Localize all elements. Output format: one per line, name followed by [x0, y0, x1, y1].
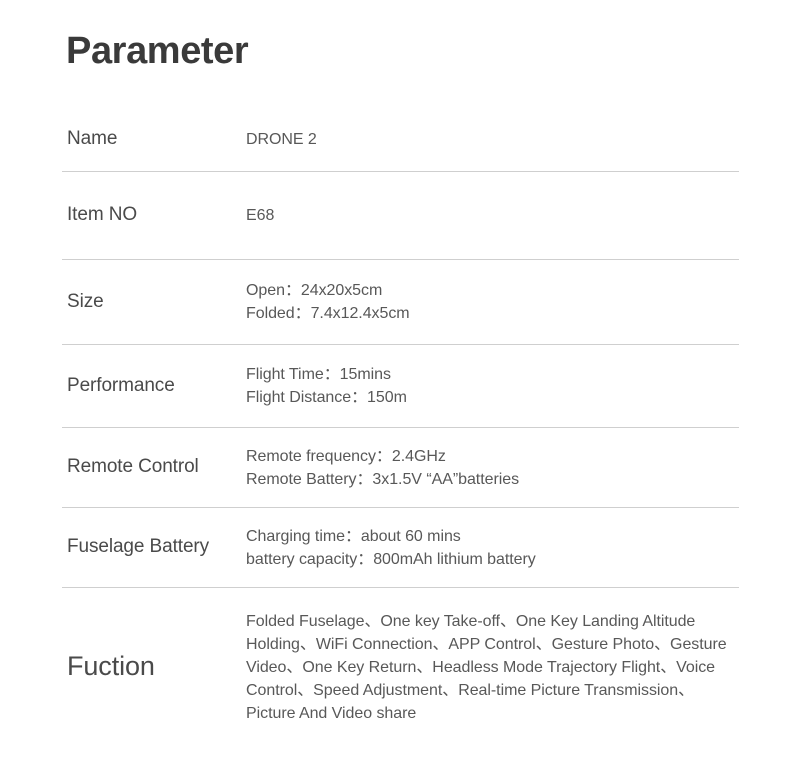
row-value-name: DRONE 2	[246, 128, 739, 151]
row-label-size: Size	[67, 290, 104, 312]
table-row-size: Size Open：24x20x5cm Folded：7.4x12.4x5cm	[62, 260, 739, 345]
parameter-page: Parameter Name DRONE 2 Item NO E68 Size …	[0, 0, 800, 762]
table-row-function: Fuction Folded Fuselage、One key Take-off…	[62, 588, 739, 746]
value-line: Remote Battery：3x1.5V “AA”batteries	[246, 470, 520, 488]
value-line: Remote frequency：2.4GHz	[246, 447, 446, 465]
value-line: Folded：7.4x12.4x5cm	[246, 305, 410, 322]
table-row-performance: Performance Flight Time：15mins Flight Di…	[62, 345, 739, 428]
row-value-performance: Flight Time：15mins Flight Distance：150m	[246, 363, 739, 409]
table-row-remote-control: Remote Control Remote frequency：2.4GHz R…	[62, 428, 739, 508]
value-line: battery capacity：800mAh lithium battery	[246, 550, 536, 568]
row-value-size: Open：24x20x5cm Folded：7.4x12.4x5cm	[246, 279, 739, 325]
row-label-function: Fuction	[67, 651, 155, 682]
row-value-item-no: E68	[246, 204, 739, 227]
value-line: DRONE 2	[246, 131, 317, 148]
row-label-name: Name	[67, 128, 118, 150]
value-line: Open：24x20x5cm	[246, 282, 383, 299]
value-line: Charging time：about 60 mins	[246, 527, 461, 545]
table-row-name: Name DRONE 2	[62, 108, 739, 172]
row-label-performance: Performance	[67, 374, 175, 396]
table-row-fuselage-battery: Fuselage Battery Charging time：about 60 …	[62, 508, 739, 588]
value-line: Flight Time：15mins	[246, 366, 391, 383]
row-value-function: Folded Fuselage、One key Take-off、One Key…	[246, 610, 739, 725]
page-title: Parameter	[66, 30, 249, 72]
row-label-item-no: Item NO	[67, 204, 138, 226]
value-line: Folded Fuselage、One key Take-off、One Key…	[246, 612, 727, 722]
specification-table: Name DRONE 2 Item NO E68 Size Open：24x20…	[62, 108, 739, 746]
value-line: E68	[246, 207, 275, 224]
value-line: Flight Distance：150m	[246, 389, 407, 406]
row-label-fuselage-battery: Fuselage Battery	[67, 536, 210, 558]
row-value-remote-control: Remote frequency：2.4GHz Remote Battery：3…	[246, 445, 739, 491]
row-value-fuselage-battery: Charging time：about 60 mins battery capa…	[246, 525, 739, 571]
row-label-remote-control: Remote Control	[67, 456, 199, 478]
table-row-item-no: Item NO E68	[62, 172, 739, 260]
